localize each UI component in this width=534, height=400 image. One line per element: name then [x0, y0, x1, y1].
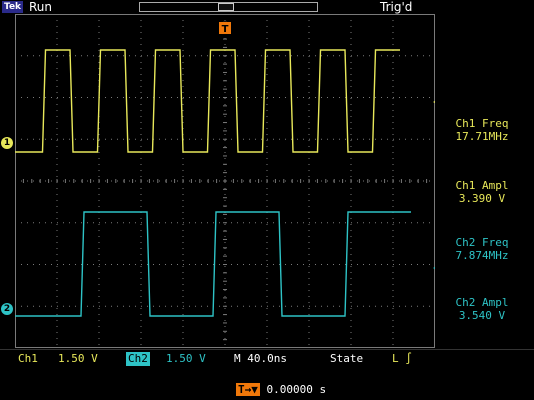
top-status-bar: Tek Run Trig'd: [0, 0, 534, 14]
trigger-position-readout[interactable]: T→▼ 0.00000 s: [236, 383, 326, 397]
record-window-icon: [218, 3, 234, 11]
timebase-readout[interactable]: M 40.0ns: [234, 351, 287, 367]
measurement-label: Ch1 Freq: [455, 117, 509, 130]
acquisition-mode[interactable]: State: [330, 351, 363, 367]
measurement-ch1-freq: Ch1 Freq 17.71MHz: [432, 117, 532, 143]
measurement-ch1-ampl: Ch1 Ampl 3.390 V: [432, 179, 532, 205]
ch2-scale[interactable]: 1.50 V: [166, 351, 206, 367]
measurement-value: 3.540 V: [458, 309, 506, 322]
ch2-ground-marker-icon[interactable]: 2: [1, 303, 13, 315]
ch1-label[interactable]: Ch1: [18, 351, 38, 367]
trigger-slope-icon[interactable]: L ∫: [392, 351, 412, 367]
measurement-label: Ch2 Freq: [455, 236, 509, 249]
ch1-waveform: [15, 49, 400, 153]
measurement-value: 17.71MHz: [455, 130, 509, 143]
ch1-ground-marker-icon[interactable]: 1: [1, 137, 13, 149]
channel-status-bar: Ch1 1.50 V Ch2 1.50 V M 40.0ns State L ∫: [0, 351, 534, 367]
measurement-value: 3.390 V: [458, 192, 506, 205]
measurement-ch2-freq: Ch2 Freq 7.874MHz: [432, 236, 532, 262]
measurement-label: Ch1 Ampl: [455, 179, 509, 192]
measurement-ch2-ampl: Ch2 Ampl 3.540 V: [432, 296, 532, 322]
brand-logo: Tek: [2, 1, 24, 13]
measurement-value: 7.874MHz: [455, 249, 509, 262]
ch2-label[interactable]: Ch2: [126, 352, 150, 366]
trigger-status: Trig'd: [380, 0, 413, 14]
trigger-position-icon: T→▼: [236, 383, 260, 396]
trigger-marker-label: T: [222, 24, 229, 35]
status-divider: [0, 349, 534, 350]
acquisition-state: Run: [29, 0, 53, 14]
measurement-label: Ch2 Ampl: [455, 296, 509, 309]
waveform-display: T: [15, 14, 435, 348]
trigger-position-value: 0.00000 s: [266, 383, 327, 396]
ch1-scale[interactable]: 1.50 V: [58, 351, 98, 367]
